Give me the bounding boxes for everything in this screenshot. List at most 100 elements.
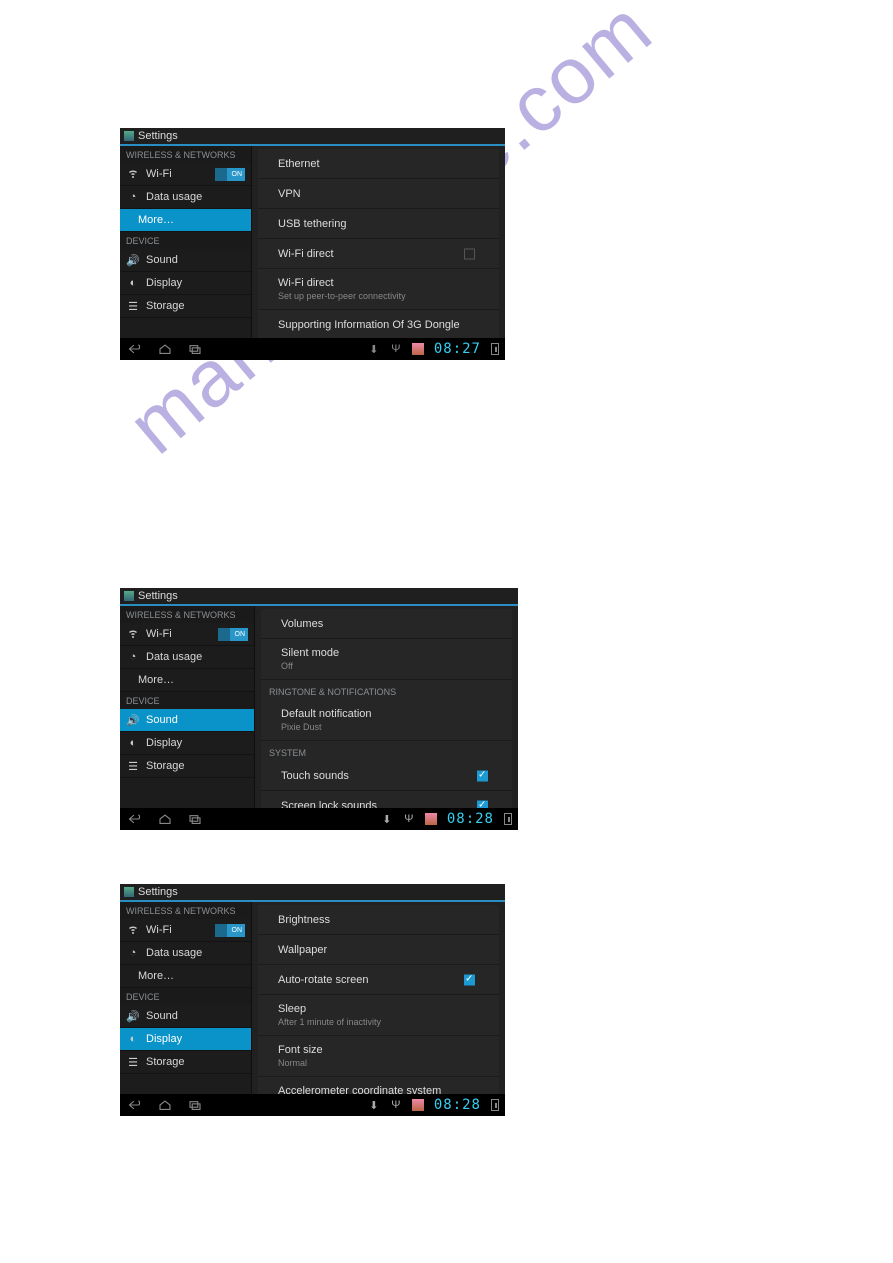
battery-icon bbox=[491, 1099, 499, 1111]
sidebar-item-wifi[interactable]: Wi-Fi ON bbox=[120, 919, 251, 942]
home-button[interactable] bbox=[156, 342, 174, 356]
recent-button[interactable] bbox=[186, 342, 204, 356]
settings-icon bbox=[124, 591, 134, 601]
sidebar-item-storage[interactable]: ☰ Storage bbox=[120, 755, 254, 778]
navbar: ⬇ Ψ 08:28 bbox=[120, 808, 518, 830]
home-button[interactable] bbox=[156, 1098, 174, 1112]
section-device: DEVICE bbox=[120, 988, 251, 1005]
sidebar-label: More… bbox=[138, 214, 174, 226]
sidebar-item-more[interactable]: More… bbox=[120, 209, 251, 232]
sidebar-item-storage[interactable]: ☰ Storage bbox=[120, 295, 251, 318]
sidebar-item-display[interactable]: ◐ Display bbox=[120, 272, 251, 295]
sound-icon: 🔊 bbox=[126, 714, 140, 727]
titlebar: Settings bbox=[120, 588, 518, 606]
checkbox[interactable] bbox=[464, 248, 475, 259]
notif-app-icon bbox=[412, 1099, 424, 1111]
notif-app-icon bbox=[412, 343, 424, 355]
download-icon: ⬇ bbox=[368, 343, 380, 355]
status-tray[interactable]: ⬇ Ψ 08:27 bbox=[368, 341, 499, 357]
row-auto-rotate[interactable]: Auto-rotate screen bbox=[258, 965, 499, 995]
settings-icon bbox=[124, 131, 134, 141]
content: WIRELESS & NETWORKS Wi-Fi ON ◔ Data usag… bbox=[120, 902, 505, 1094]
sidebar-item-more[interactable]: More… bbox=[120, 669, 254, 692]
title: Settings bbox=[138, 130, 178, 142]
recent-button[interactable] bbox=[186, 1098, 204, 1112]
row-label: Sleep bbox=[278, 1003, 479, 1015]
status-tray[interactable]: ⬇ Ψ 08:28 bbox=[381, 811, 512, 827]
sidebar-label: Storage bbox=[146, 760, 185, 772]
sidebar-label: Display bbox=[146, 737, 182, 749]
sidebar-label: Wi-Fi bbox=[146, 924, 172, 936]
row-volumes[interactable]: Volumes bbox=[261, 609, 512, 639]
sidebar-item-data-usage[interactable]: ◔ Data usage bbox=[120, 942, 251, 965]
home-button[interactable] bbox=[156, 812, 174, 826]
main-panel: Brightness Wallpaper Auto-rotate screen … bbox=[252, 902, 505, 1094]
row-label: Accelerometer coordinate system bbox=[278, 1085, 479, 1094]
wifi-toggle[interactable]: ON bbox=[215, 168, 245, 181]
sidebar-item-wifi[interactable]: Wi-Fi ON bbox=[120, 623, 254, 646]
row-default-notification[interactable]: Default notification Pixie Dust bbox=[261, 700, 512, 741]
battery-icon bbox=[491, 343, 499, 355]
usb-icon: Ψ bbox=[403, 813, 415, 825]
data-usage-icon: ◔ bbox=[126, 651, 140, 663]
sidebar-label: More… bbox=[138, 674, 174, 686]
wifi-icon bbox=[126, 167, 140, 182]
row-sleep[interactable]: Sleep After 1 minute of inactivity bbox=[258, 995, 499, 1036]
back-button[interactable] bbox=[126, 812, 144, 826]
row-font-size[interactable]: Font size Normal bbox=[258, 1036, 499, 1077]
row-screen-lock-sounds[interactable]: Screen lock sounds bbox=[261, 791, 512, 808]
recent-button[interactable] bbox=[186, 812, 204, 826]
sidebar-label: Wi-Fi bbox=[146, 628, 172, 640]
sidebar-item-display[interactable]: ◐ Display bbox=[120, 732, 254, 755]
storage-icon: ☰ bbox=[126, 300, 140, 313]
wifi-icon bbox=[126, 627, 140, 642]
sidebar: WIRELESS & NETWORKS Wi-Fi ON ◔ Data usag… bbox=[120, 606, 255, 808]
sidebar-item-sound[interactable]: 🔊 Sound bbox=[120, 249, 251, 272]
wifi-toggle[interactable]: ON bbox=[218, 628, 248, 641]
row-brightness[interactable]: Brightness bbox=[258, 905, 499, 935]
row-label: Brightness bbox=[278, 914, 479, 926]
sidebar-item-data-usage[interactable]: ◔ Data usage bbox=[120, 186, 251, 209]
sidebar-item-sound[interactable]: 🔊 Sound bbox=[120, 1005, 251, 1028]
row-ethernet[interactable]: Ethernet bbox=[258, 149, 499, 179]
sidebar-item-wifi[interactable]: Wi-Fi ON bbox=[120, 163, 251, 186]
titlebar: Settings bbox=[120, 128, 505, 146]
row-label: Ethernet bbox=[278, 158, 479, 170]
row-3g-dongle[interactable]: Supporting Information Of 3G Dongle bbox=[258, 310, 499, 338]
wifi-toggle[interactable]: ON bbox=[215, 924, 245, 937]
checkbox[interactable] bbox=[477, 801, 488, 809]
row-silent-mode[interactable]: Silent mode Off bbox=[261, 639, 512, 680]
checkbox[interactable] bbox=[477, 770, 488, 781]
section-device: DEVICE bbox=[120, 692, 254, 709]
sidebar-label: Display bbox=[146, 1033, 182, 1045]
row-wifi-direct[interactable]: Wi-Fi direct bbox=[258, 239, 499, 269]
row-usb-tethering[interactable]: USB tethering bbox=[258, 209, 499, 239]
main-panel: Volumes Silent mode Off RINGTONE & NOTIF… bbox=[255, 606, 518, 808]
sidebar-item-data-usage[interactable]: ◔ Data usage bbox=[120, 646, 254, 669]
row-vpn[interactable]: VPN bbox=[258, 179, 499, 209]
sidebar-label: More… bbox=[138, 970, 174, 982]
row-label: Wi-Fi direct bbox=[278, 248, 479, 260]
row-wallpaper[interactable]: Wallpaper bbox=[258, 935, 499, 965]
row-wifi-direct-setup[interactable]: Wi-Fi direct Set up peer-to-peer connect… bbox=[258, 269, 499, 310]
checkbox[interactable] bbox=[464, 974, 475, 985]
data-usage-icon: ◔ bbox=[126, 947, 140, 959]
navbar: ⬇ Ψ 08:27 bbox=[120, 338, 505, 360]
usb-icon: Ψ bbox=[390, 1099, 402, 1111]
sidebar-item-display[interactable]: ◐ Display bbox=[120, 1028, 251, 1051]
back-button[interactable] bbox=[126, 342, 144, 356]
storage-icon: ☰ bbox=[126, 1056, 140, 1069]
clock: 08:27 bbox=[434, 341, 481, 357]
sidebar-item-sound[interactable]: 🔊 Sound bbox=[120, 709, 254, 732]
data-usage-icon: ◔ bbox=[126, 191, 140, 203]
back-button[interactable] bbox=[126, 1098, 144, 1112]
sidebar-label: Storage bbox=[146, 300, 185, 312]
sidebar-item-more[interactable]: More… bbox=[120, 965, 251, 988]
sidebar-item-storage[interactable]: ☰ Storage bbox=[120, 1051, 251, 1074]
wifi-icon bbox=[126, 923, 140, 938]
row-touch-sounds[interactable]: Touch sounds bbox=[261, 761, 512, 791]
row-sublabel: Off bbox=[281, 661, 492, 671]
sound-icon: 🔊 bbox=[126, 1010, 140, 1023]
status-tray[interactable]: ⬇ Ψ 08:28 bbox=[368, 1097, 499, 1113]
row-accelerometer[interactable]: Accelerometer coordinate system Accelero… bbox=[258, 1077, 499, 1094]
